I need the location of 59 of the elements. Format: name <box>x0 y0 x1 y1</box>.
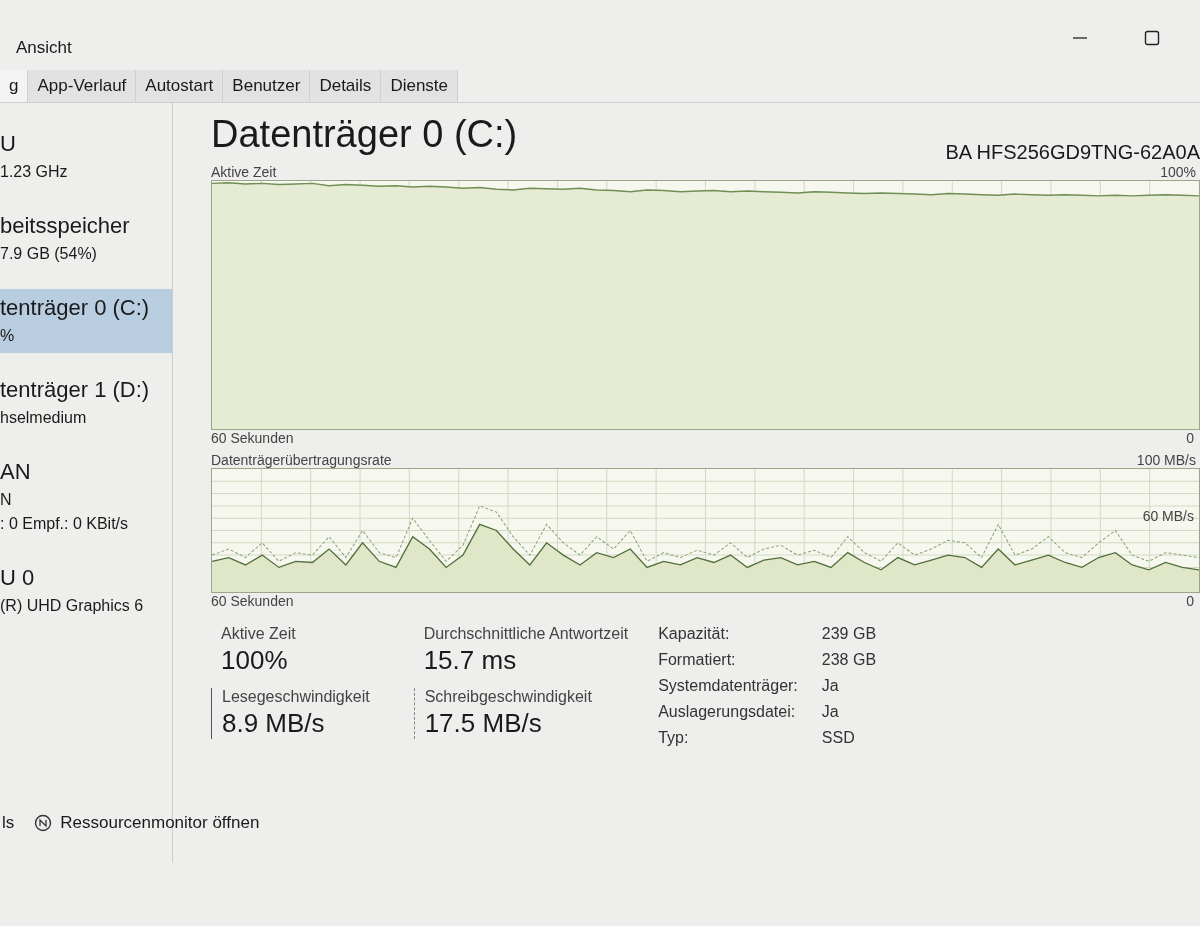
sidebar-item[interactable]: beitsspeicher 7.9 GB (54%) <box>0 207 172 271</box>
page-title: Datenträger 0 (C:) <box>211 113 518 156</box>
item-title: U <box>0 131 17 157</box>
property-value: 238 GB <box>821 651 877 669</box>
stat-value: 100% <box>221 645 289 676</box>
property-label: Auslagerungsdatei: <box>658 703 797 721</box>
item-title: tenträger 1 (D:) <box>0 377 151 403</box>
sidebar-item[interactable]: AN N : 0 Empf.: 0 KBit/s <box>0 453 172 541</box>
stat-value: 15.7 ms <box>423 645 518 676</box>
item-title: U 0 <box>0 565 36 591</box>
stat-label: Aktive Zeit <box>221 625 297 643</box>
sidebar-item[interactable]: U 0 (R) UHD Graphics 6 <box>0 559 172 623</box>
tab[interactable]: Dienste <box>381 70 458 102</box>
property-value: Ja <box>821 677 840 695</box>
item-detail: hselmedium <box>0 409 88 427</box>
item-detail: : 0 Empf.: 0 KBit/s <box>0 515 130 533</box>
footer-text[interactable]: ls <box>2 813 15 833</box>
axis-min-label: 0 <box>1186 593 1194 609</box>
property-label: Kapazität: <box>658 625 731 643</box>
item-detail: % <box>0 327 16 345</box>
graph-label: Datenträgerübertragungsrate <box>211 452 392 468</box>
item-title: tenträger 0 (C:) <box>0 295 151 321</box>
stat-value: 17.5 MB/s <box>424 708 543 739</box>
stat-label: Durchschnittliche Antwortzeit <box>423 625 629 643</box>
item-detail: (R) UHD Graphics 6 <box>0 597 145 615</box>
property-value: 239 GB <box>821 625 877 643</box>
sidebar-item[interactable]: U 1.23 GHz <box>0 125 172 189</box>
property-label: Systemdatenträger: <box>658 677 798 695</box>
resource-monitor-icon <box>34 814 53 832</box>
axis-max-label: 100 MB/s <box>1136 452 1196 468</box>
tab[interactable]: g <box>0 70 29 102</box>
tab[interactable]: App-Verlauf <box>28 70 137 102</box>
item-detail: 1.23 GHz <box>0 163 69 181</box>
tab[interactable]: Benutzer <box>223 70 311 102</box>
axis-mid-label: 60 MB/s <box>1142 508 1194 524</box>
sidebar-item[interactable]: tenträger 1 (D:) hselmedium <box>0 371 172 435</box>
resource-monitor-link[interactable]: Ressourcenmonitor öffnen <box>34 813 260 833</box>
property-value: Ja <box>821 703 840 721</box>
item-detail: 7.9 GB (54%) <box>0 245 98 263</box>
tab[interactable]: Details <box>310 70 382 102</box>
axis-max-label: 100% <box>1160 164 1196 180</box>
disk-model: BA HFS256GD9TNG-62A0A <box>945 141 1200 164</box>
item-title: beitsspeicher <box>0 213 131 239</box>
maximize-icon[interactable] <box>1144 30 1160 46</box>
item-title: AN <box>0 459 32 485</box>
sidebar-item[interactable]: tenträger 0 (C:) % <box>0 289 172 353</box>
stat-label: Lesegeschwindigkeit <box>222 688 370 706</box>
stat-value: 8.9 MB/s <box>222 708 326 739</box>
menu-item[interactable]: Ansicht <box>16 38 72 62</box>
graph-label: Aktive Zeit <box>211 164 277 180</box>
property-label: Formatiert: <box>658 651 737 669</box>
time-span-label: 60 Sekunden <box>211 430 294 446</box>
property-label: Typ: <box>658 729 690 747</box>
tab[interactable]: Autostart <box>136 70 224 102</box>
axis-min-label: 0 <box>1186 430 1194 446</box>
item-detail: N <box>0 491 13 509</box>
time-span-label: 60 Sekunden <box>211 593 294 609</box>
property-value: SSD <box>821 729 856 747</box>
stat-label: Schreibgeschwindigkeit <box>424 688 593 706</box>
